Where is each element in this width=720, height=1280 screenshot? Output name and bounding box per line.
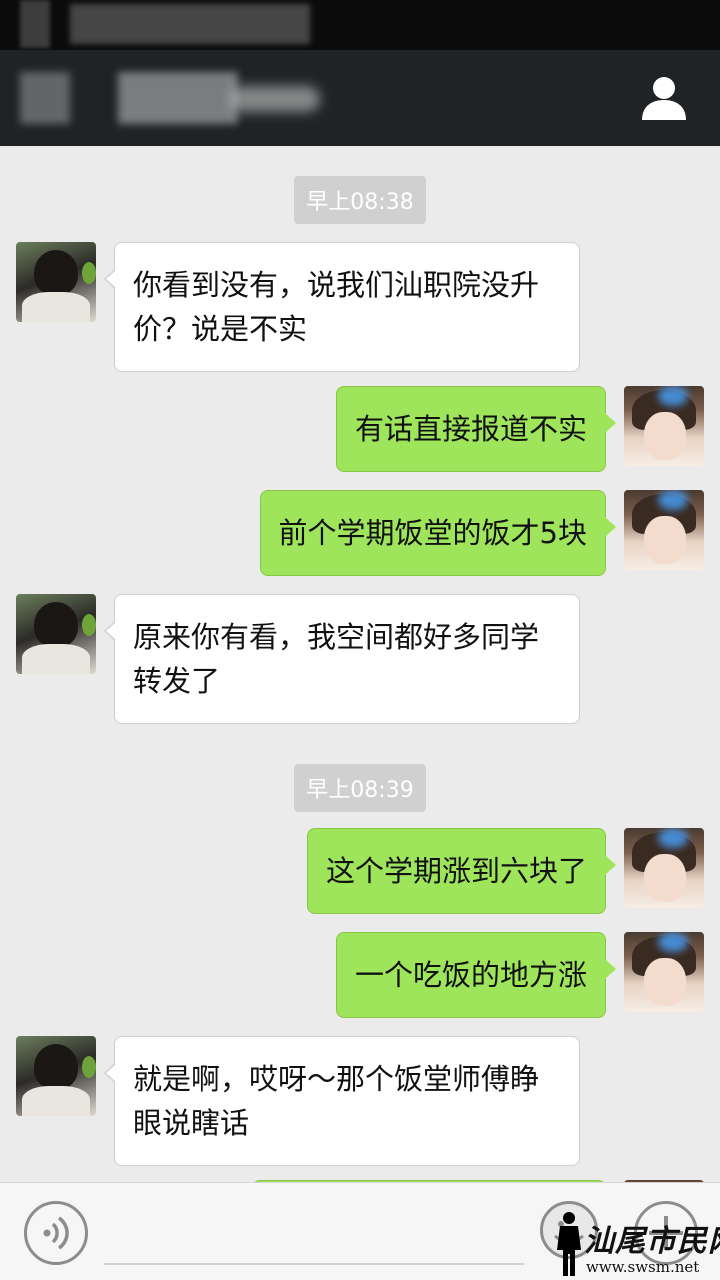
message-text: 你看到没有，说我们汕职院没升价？说是不实	[133, 268, 540, 346]
blurred-overlay	[230, 86, 320, 112]
message-text: 一个吃饭的地方涨	[354, 958, 587, 992]
blurred-status-info	[20, 0, 50, 48]
timestamp-label: 早上08:39	[294, 764, 426, 812]
timestamp: 早上08:38	[0, 176, 720, 224]
received-message[interactable]: 你看到没有，说我们汕职院没升价？说是不实	[104, 242, 580, 372]
contact-avatar[interactable]	[16, 1036, 96, 1116]
message-text: 就是啊，哎呀～那个饭堂师傅睁眼说瞎话	[133, 1062, 540, 1140]
person-icon[interactable]	[638, 72, 690, 124]
watermark-title: 汕尾市民网	[584, 1224, 720, 1259]
timestamp: 早上08:39	[0, 764, 720, 812]
my-avatar[interactable]	[624, 932, 704, 1012]
status-bar	[0, 0, 720, 50]
chat-area[interactable]: 早上08:38 你看到没有，说我们汕职院没升价？说是不实 有话直接报道不实 前个…	[0, 146, 720, 1182]
message-text: 这个学期涨到六块了	[325, 854, 587, 888]
my-avatar[interactable]	[624, 828, 704, 908]
message-text: 原来你有看，我空间都好多同学转发了	[133, 620, 540, 698]
voice-icon[interactable]	[24, 1201, 88, 1265]
received-message[interactable]: 原来你有看，我空间都好多同学转发了	[104, 594, 580, 724]
sent-message[interactable]: 这个学期涨到六块了	[306, 828, 617, 914]
chat-header	[0, 50, 720, 146]
my-avatar[interactable]	[624, 490, 704, 570]
sent-message[interactable]: 一个吃饭的地方涨	[335, 932, 617, 1018]
contact-avatar[interactable]	[16, 242, 96, 322]
blurred-status-info	[70, 4, 310, 44]
blurred-back-area[interactable]	[20, 72, 70, 124]
watermark-url: www.swsm.net	[586, 1258, 700, 1276]
message-input[interactable]	[104, 1197, 524, 1265]
sent-message[interactable]: 有话直接报道不实	[335, 386, 617, 472]
contact-avatar[interactable]	[16, 594, 96, 674]
site-watermark: 汕尾市民网 www.swsm.net	[548, 1208, 720, 1280]
blurred-contact-name	[118, 72, 238, 124]
timestamp-label: 早上08:38	[294, 176, 426, 224]
message-text: 有话直接报道不实	[354, 412, 587, 446]
sent-message[interactable]: 前个学期饭堂的饭才5块	[259, 490, 617, 576]
received-message[interactable]: 就是啊，哎呀～那个饭堂师傅睁眼说瞎话	[104, 1036, 580, 1166]
silhouette-logo-icon	[557, 1212, 581, 1276]
message-text: 前个学期饭堂的饭才5块	[278, 516, 587, 550]
my-avatar[interactable]	[624, 386, 704, 466]
